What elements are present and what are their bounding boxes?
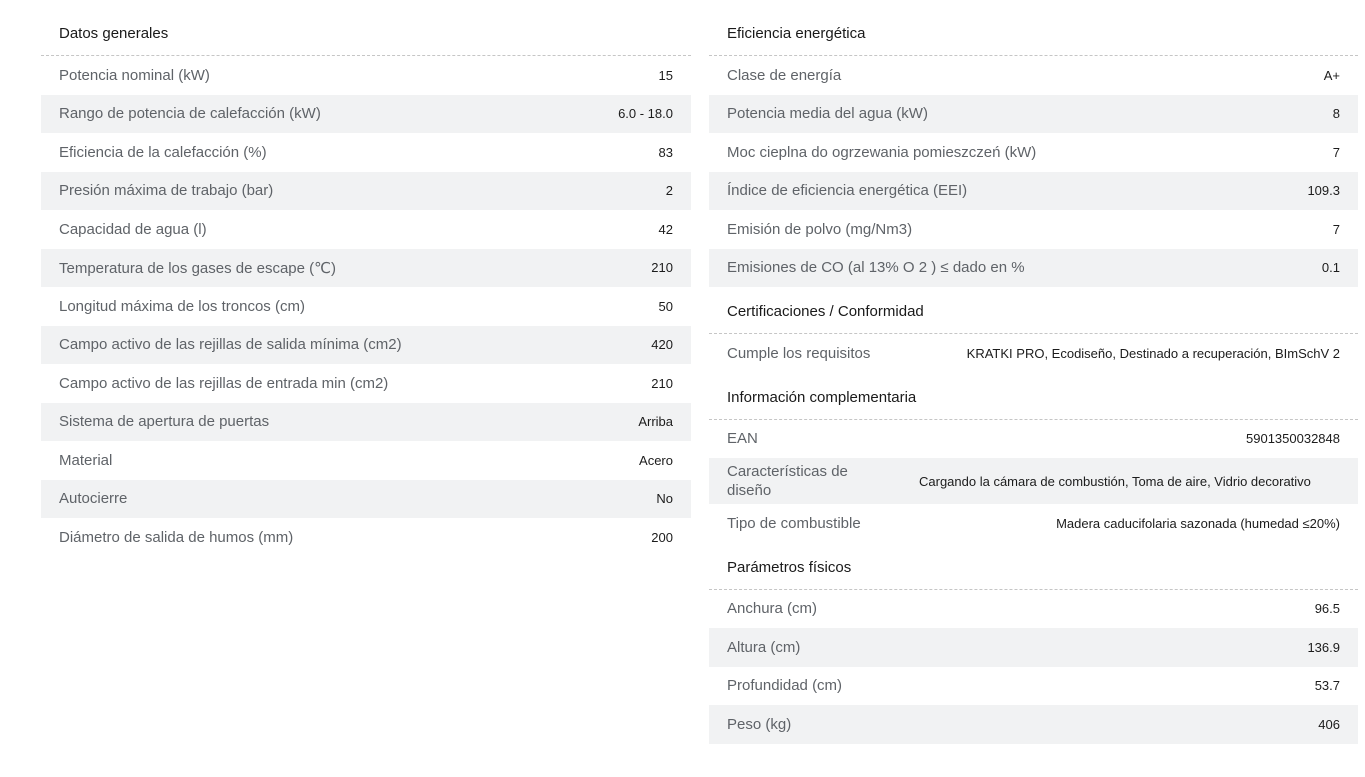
spec-row: Altura (cm) 136.9 [709,628,1358,667]
spec-value: Acero [639,452,673,468]
spec-row: Sistema de apertura de puertas Arriba [41,402,691,441]
spec-row: Presión máxima de trabajo (bar) 2 [41,171,691,210]
spec-row: Peso (kg) 406 [709,705,1358,744]
spec-row: Campo activo de las rejillas de salida m… [41,325,691,364]
spec-value: 83 [658,144,673,160]
spec-label: Longitud máxima de los troncos (cm) [59,297,305,315]
spec-row: Material Acero [41,441,691,480]
spec-label: Potencia media del agua (kW) [727,105,928,123]
spec-label: Tipo de combustible [727,514,861,532]
section-title-general: Datos generales [41,12,691,56]
spec-row: Características de diseño Cargando la cám… [709,458,1358,504]
spec-label: Anchura (cm) [727,600,818,618]
section-title-energy: Eficiencia energética [709,12,1358,56]
spec-label: Capacidad de agua (l) [59,220,207,238]
spec-label: Material [59,451,113,469]
spec-label: Profundidad (cm) [727,677,843,695]
spec-row: Autocierre No [41,479,691,518]
spec-value: 136.9 [1307,639,1340,655]
spec-value: 200 [651,529,673,545]
spec-row: Potencia media del agua (kW) 8 [709,94,1358,133]
spec-value: 210 [651,375,673,391]
spec-value: 96.5 [1314,601,1340,617]
spec-row: Emisión de polvo (mg/Nm3) 7 [709,210,1358,249]
spec-value: 2 [665,183,673,199]
spec-value: 7 [1332,144,1340,160]
spec-label: Rango de potencia de calefacción (kW) [59,105,321,123]
spec-value: 420 [651,337,673,353]
spec-row: Moc cieplna do ogrzewania pomieszczeń (k… [709,133,1358,172]
spec-row: Longitud máxima de los troncos (cm) 50 [41,287,691,326]
spec-value: 210 [651,260,673,276]
spec-row: Anchura (cm) 96.5 [709,590,1358,629]
spec-label: Campo activo de las rejillas de entrada … [59,374,389,392]
spec-row: Tipo de combustible Madera caducifolaria … [709,504,1358,543]
spec-label: Clase de energía [727,66,842,84]
general-data-section: Datos generales Potencia nominal (kW) 15 … [41,12,691,557]
spec-row: Índice de eficiencia energética (EEI) 109… [709,171,1358,210]
spec-value: Madera caducifolaria sazonada (humedad ≤… [1056,515,1340,531]
spec-value: Arriba [638,414,673,430]
spec-row: Emisiones de CO (al 13% O 2 ) ≤ dado en … [709,248,1358,287]
spec-value: 53.7 [1314,678,1340,694]
spec-row: Eficiencia de la calefacción (%) 83 [41,133,691,172]
spec-row: Clase de energía A+ [709,56,1358,95]
spec-label: Diámetro de salida de humos (mm) [59,528,294,546]
section-title-additional-info: Información complementaria [709,373,1358,420]
spec-label: Campo activo de las rejillas de salida m… [59,336,402,354]
spec-label: Emisión de polvo (mg/Nm3) [727,220,913,238]
spec-row: Capacidad de agua (l) 42 [41,210,691,249]
spec-value: 50 [658,298,673,314]
spec-value: 15 [658,67,673,83]
spec-label: Características de diseño [727,463,848,499]
spec-value: 5901350032848 [1246,431,1340,447]
spec-row: Rango de potencia de calefacción (kW) 6.0… [41,94,691,133]
spec-label: EAN [727,430,758,448]
spec-label: Altura (cm) [727,638,801,656]
spec-row: Campo activo de las rejillas de entrada … [41,364,691,403]
spec-value: 0.1 [1321,260,1340,276]
spec-value: 8 [1332,106,1340,122]
spec-row: Cumple los requisitos KRATKI PRO, Ecodise… [709,334,1358,373]
spec-page: Datos generales Potencia nominal (kW) 15 … [0,0,1365,777]
spec-value: KRATKI PRO, Ecodiseño, Destinado a recup… [966,345,1340,361]
spec-row: Profundidad (cm) 53.7 [709,667,1358,706]
spec-value: 6.0 - 18.0 [618,106,673,122]
spec-row: Temperatura de los gases de escape (℃) 21… [41,248,691,287]
spec-label: Sistema de apertura de puertas [59,413,270,431]
section-title-certifications: Certificaciones / Conformidad [709,287,1358,334]
right-spec-column: Eficiencia energética Clase de energía A+… [709,12,1358,744]
spec-value: No [656,491,673,507]
spec-label: Cumple los requisitos [727,344,871,362]
spec-row: Potencia nominal (kW) 15 [41,56,691,95]
spec-label: Peso (kg) [727,715,792,733]
spec-label: Presión máxima de trabajo (bar) [59,182,274,200]
spec-label: Potencia nominal (kW) [59,66,210,84]
spec-value: Cargando la cámara de combustión, Toma d… [919,473,1311,489]
spec-label: Autocierre [59,490,128,508]
spec-row: EAN 5901350032848 [709,420,1358,459]
spec-value: 42 [658,221,673,237]
spec-label: Moc cieplna do ogrzewania pomieszczeń (k… [727,143,1037,161]
spec-label: Índice de eficiencia energética (EEI) [727,182,968,200]
spec-value: A+ [1323,67,1340,83]
spec-row: Diámetro de salida de humos (mm) 200 [41,518,691,557]
spec-value: 109.3 [1307,183,1340,199]
spec-label: Eficiencia de la calefacción (%) [59,143,267,161]
spec-label: Emisiones de CO (al 13% O 2 ) ≤ dado en … [727,259,1025,277]
section-title-physical: Parámetros físicos [709,543,1358,590]
spec-value: 7 [1332,221,1340,237]
spec-value: 406 [1318,716,1340,732]
spec-label: Temperatura de los gases de escape (℃) [59,259,336,277]
